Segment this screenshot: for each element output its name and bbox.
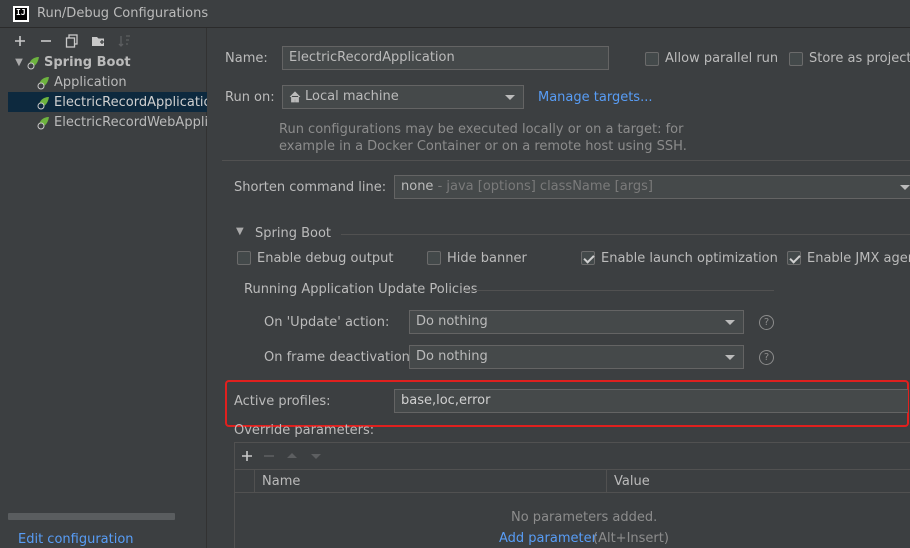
on-update-action-value: Do nothing (416, 314, 488, 329)
edit-configuration-templates-link[interactable]: Edit configuration templates... (18, 532, 206, 548)
remove-icon[interactable] (34, 30, 58, 52)
override-parameters-label: Override parameters: (234, 423, 375, 438)
enable-debug-output-label: Enable debug output (257, 251, 394, 266)
enable-launch-optimization-label: Enable launch optimization (601, 251, 778, 266)
table-toolbar (241, 446, 323, 466)
add-parameter-link[interactable]: Add parameter (499, 531, 597, 546)
enable-jmx-agent-checkbox[interactable] (787, 251, 801, 265)
on-frame-deactivation-select[interactable]: Do nothing (409, 345, 744, 369)
empty-table-text: No parameters added. (511, 510, 658, 525)
run-on-hint-line2: example in a Docker Container or on a re… (279, 139, 687, 154)
shorten-value: none (401, 179, 434, 194)
column-divider (606, 470, 607, 492)
tree-item-label: Application (54, 74, 127, 90)
run-on-label: Run on: (225, 90, 275, 105)
config-tree-pane: ▼ Spring Boot Application ElectricRecord… (0, 28, 207, 548)
shorten-command-line-select[interactable]: none - java [options] className [args] (394, 175, 910, 199)
store-as-project-file-label: Store as project file (809, 51, 910, 66)
name-input[interactable]: ElectricRecordApplication (282, 46, 609, 70)
config-tree: ▼ Spring Boot Application ElectricRecord… (8, 52, 207, 132)
home-icon (289, 91, 301, 103)
remove-icon[interactable] (263, 450, 275, 462)
spring-boot-icon (37, 77, 49, 90)
enable-launch-optimization-checkbox[interactable] (581, 251, 595, 265)
tree-item-application[interactable]: Application (8, 72, 207, 92)
on-update-action-select[interactable]: Do nothing (409, 310, 744, 334)
enable-debug-output-checkbox[interactable] (237, 251, 251, 265)
allow-parallel-run-checkbox[interactable] (645, 52, 659, 66)
spring-boot-section-label: Spring Boot (255, 226, 332, 241)
table-row-gutter (235, 470, 255, 492)
allow-parallel-run-label: Allow parallel run (665, 51, 779, 66)
help-icon[interactable]: ? (759, 350, 774, 365)
copy-icon[interactable] (60, 30, 84, 52)
spring-boot-icon (37, 97, 49, 110)
intellij-logo-icon: IJ (13, 5, 29, 22)
on-frame-deactivation-label: On frame deactivation: (264, 350, 415, 365)
column-header-name[interactable]: Name (262, 474, 300, 489)
store-as-project-file-checkbox[interactable] (789, 52, 803, 66)
spring-boot-icon (37, 117, 49, 130)
tree-item-electric-record-application[interactable]: ElectricRecordApplication (8, 92, 207, 112)
section-divider (341, 234, 910, 235)
table-header: Name Value (235, 469, 910, 493)
tree-item-label: ElectricRecordWebApplication (54, 114, 207, 130)
run-on-value: Local machine (305, 89, 399, 104)
folder-icon[interactable] (86, 30, 110, 52)
move-down-icon[interactable] (309, 450, 323, 462)
sort-icon[interactable] (112, 30, 136, 52)
add-icon[interactable] (241, 450, 253, 462)
section-divider (222, 160, 910, 161)
tree-group-spring-boot[interactable]: ▼ Spring Boot (8, 52, 207, 72)
spring-boot-icon (27, 57, 39, 70)
tree-item-label: ElectricRecordApplication (54, 94, 207, 110)
chevron-down-icon (725, 355, 735, 360)
column-header-value[interactable]: Value (614, 474, 650, 489)
chevron-down-icon (900, 185, 910, 190)
hide-banner-label: Hide banner (447, 251, 527, 266)
tree-item-electric-record-web-application[interactable]: ElectricRecordWebApplication (8, 112, 207, 132)
chevron-down-icon (725, 320, 735, 325)
window-title: Run/Debug Configurations (37, 6, 209, 21)
help-icon[interactable]: ? (759, 315, 774, 330)
name-label: Name: (225, 51, 268, 66)
update-policies-label: Running Application Update Policies (244, 282, 478, 297)
add-icon[interactable] (8, 30, 32, 52)
chevron-down-icon[interactable]: ▼ (12, 57, 26, 68)
chevron-down-icon[interactable]: ▼ (236, 226, 244, 237)
title-bar: IJ Run/Debug Configurations (0, 0, 910, 28)
move-up-icon[interactable] (285, 450, 299, 462)
manage-targets-link[interactable]: Manage targets... (538, 90, 652, 105)
on-frame-deactivation-value: Do nothing (416, 349, 488, 364)
enable-jmx-agent-label: Enable JMX agent (807, 251, 910, 266)
add-parameter-shortcut: (Alt+Insert) (593, 531, 669, 546)
active-profiles-input[interactable]: base,loc,error (394, 389, 908, 413)
config-editor: Name: ElectricRecordApplication Allow pa… (208, 28, 910, 548)
run-on-select[interactable]: Local machine (282, 85, 524, 109)
shorten-command-line-label: Shorten command line: (234, 180, 387, 195)
tree-toolbar (8, 30, 136, 52)
chevron-down-icon (505, 95, 515, 100)
horizontal-scrollbar[interactable] (8, 513, 175, 520)
tree-group-label: Spring Boot (44, 54, 131, 70)
run-on-hint-line1: Run configurations may be executed local… (279, 122, 684, 137)
shorten-hint: - java [options] className [args] (433, 179, 653, 194)
hide-banner-checkbox[interactable] (427, 251, 441, 265)
section-divider (464, 290, 774, 291)
on-update-action-label: On 'Update' action: (264, 315, 390, 330)
active-profiles-label: Active profiles: (234, 394, 331, 409)
